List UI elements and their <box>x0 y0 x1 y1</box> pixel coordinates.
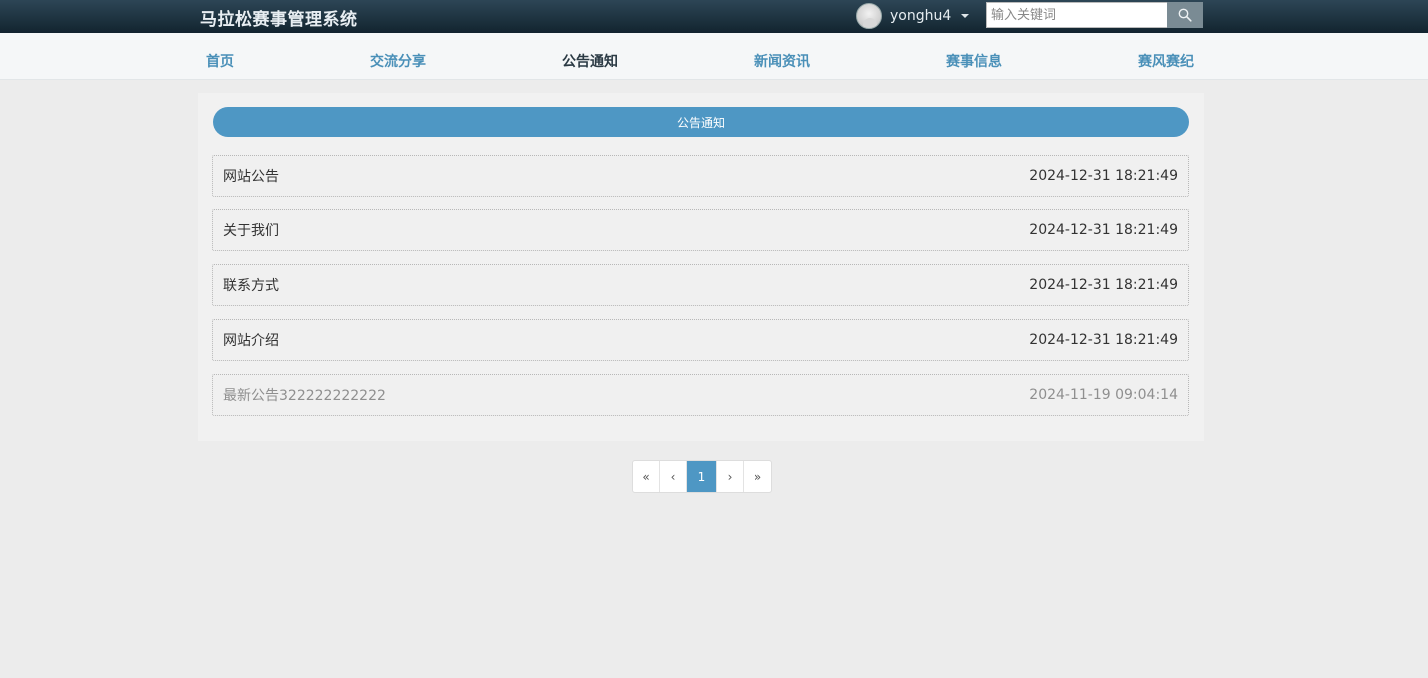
notice-date: 2024-12-31 18:21:49 <box>1029 168 1178 184</box>
nav-home[interactable]: 首页 <box>206 51 234 71</box>
site-title: 马拉松赛事管理系统 <box>200 10 358 30</box>
notice-date: 2024-12-31 18:21:49 <box>1029 332 1178 348</box>
page-number-button[interactable]: 1 <box>687 461 717 492</box>
search-button[interactable] <box>1167 2 1203 28</box>
user-menu[interactable]: yonghu4 <box>856 3 970 29</box>
main-nav: 首页 交流分享 公告通知 新闻资讯 赛事信息 赛风赛纪 <box>0 33 1428 80</box>
nav-events[interactable]: 赛事信息 <box>946 51 1002 71</box>
first-page-button[interactable]: « <box>633 461 660 492</box>
notice-date: 2024-12-31 18:21:49 <box>1029 222 1178 238</box>
notice-date: 2024-12-31 18:21:49 <box>1029 277 1178 293</box>
avatar[interactable] <box>856 3 882 29</box>
list-item[interactable]: 关于我们 2024-12-31 18:21:49 <box>212 209 1189 251</box>
nav-share[interactable]: 交流分享 <box>370 51 426 71</box>
username[interactable]: yonghu4 <box>890 8 951 24</box>
notice-title[interactable]: 网站介绍 <box>223 330 279 350</box>
next-page-button[interactable]: › <box>717 461 744 492</box>
list-item[interactable]: 网站公告 2024-12-31 18:21:49 <box>212 155 1189 197</box>
pagination: « ‹ 1 › » <box>632 460 772 493</box>
last-page-button[interactable]: » <box>744 461 771 492</box>
notice-date: 2024-11-19 09:04:14 <box>1029 387 1178 403</box>
notice-title[interactable]: 关于我们 <box>223 220 279 240</box>
notice-title[interactable]: 联系方式 <box>223 275 279 295</box>
notice-title[interactable]: 网站公告 <box>223 166 279 186</box>
nav-discipline[interactable]: 赛风赛纪 <box>1138 51 1194 71</box>
nav-notice[interactable]: 公告通知 <box>562 51 618 71</box>
section-heading: 公告通知 <box>213 107 1189 137</box>
notice-panel: 公告通知 网站公告 2024-12-31 18:21:49 关于我们 2024-… <box>198 93 1204 441</box>
list-item[interactable]: 联系方式 2024-12-31 18:21:49 <box>212 264 1189 306</box>
prev-page-button[interactable]: ‹ <box>660 461 687 492</box>
search-icon <box>1178 8 1192 22</box>
caret-down-icon[interactable] <box>961 14 970 18</box>
nav-news[interactable]: 新闻资讯 <box>754 51 810 71</box>
notice-title[interactable]: 最新公告322222222222 <box>223 385 386 405</box>
list-item[interactable]: 最新公告322222222222 2024-11-19 09:04:14 <box>212 374 1189 416</box>
top-bar: 马拉松赛事管理系统 yonghu4 <box>0 0 1428 33</box>
search-input[interactable] <box>986 2 1168 28</box>
list-item[interactable]: 网站介绍 2024-12-31 18:21:49 <box>212 319 1189 361</box>
